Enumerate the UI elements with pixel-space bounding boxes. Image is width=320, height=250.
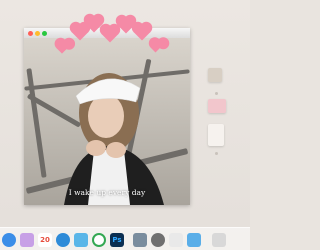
photo-window[interactable]: I wake up every day (24, 28, 190, 205)
trash-icon[interactable] (212, 233, 226, 247)
launchpad-icon[interactable] (20, 233, 34, 247)
person-figure (64, 73, 164, 205)
zoom-button[interactable] (42, 30, 47, 36)
safari-icon[interactable] (56, 233, 70, 247)
photo-widget[interactable] (208, 99, 226, 113)
music-icon[interactable] (74, 233, 88, 247)
finder-icon[interactable] (2, 233, 16, 247)
dock: 20 Ps (0, 227, 250, 250)
note-widget[interactable] (208, 124, 224, 146)
minimize-button[interactable] (35, 30, 40, 36)
calendar-icon[interactable]: 20 (38, 233, 52, 247)
chrome-icon[interactable] (92, 233, 106, 247)
photo-caption: I wake up every day (68, 188, 146, 197)
photo-widget[interactable] (208, 68, 222, 82)
preview-icon[interactable] (133, 233, 147, 247)
photo: I wake up every day (24, 38, 190, 205)
decoration-dot (215, 152, 218, 155)
decoration-dot (215, 92, 218, 95)
close-button[interactable] (28, 30, 33, 36)
system-prefs-icon[interactable] (151, 233, 165, 247)
folder-icon[interactable] (187, 233, 201, 247)
photoshop-icon[interactable]: Ps (110, 233, 124, 247)
messages-icon[interactable] (169, 233, 183, 247)
